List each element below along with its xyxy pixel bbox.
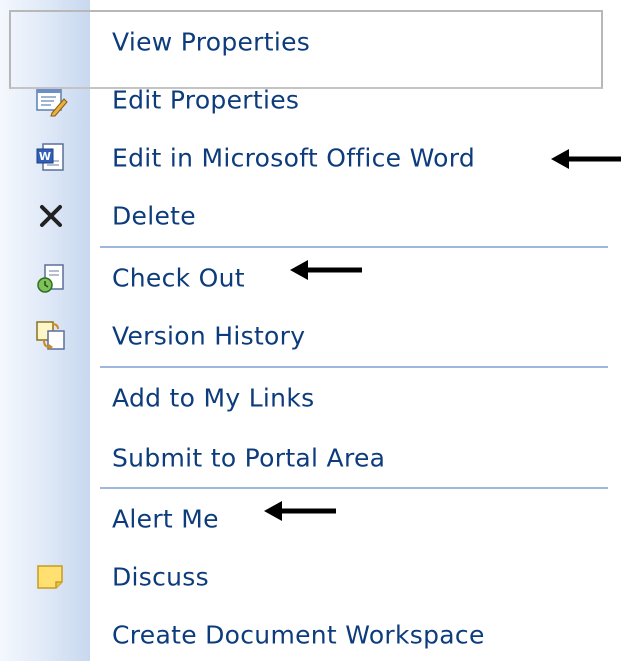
menu-item-add-to-my-links[interactable]: Add to My Links bbox=[0, 369, 608, 427]
menu-item-label: Submit to Portal Area bbox=[112, 443, 386, 473]
menu-item-version-history[interactable]: Version History bbox=[0, 307, 608, 365]
left-arrow-icon bbox=[551, 149, 621, 169]
delete-x-icon bbox=[34, 199, 68, 233]
version-history-icon bbox=[34, 319, 68, 353]
menu-item-label: Alert Me bbox=[112, 504, 219, 534]
menu-item-edit-in-word[interactable]: W Edit in Microsoft Office Word bbox=[0, 129, 608, 187]
left-arrow-icon bbox=[290, 260, 362, 280]
menu-item-submit-to-portal-area[interactable]: Submit to Portal Area bbox=[0, 429, 608, 487]
left-arrow-icon bbox=[264, 501, 336, 521]
highlight-frame bbox=[9, 10, 603, 89]
context-menu: View Properties Edit Properties W Edit i… bbox=[0, 0, 608, 661]
menu-item-create-document-workspace[interactable]: Create Document Workspace bbox=[0, 606, 608, 664]
menu-separator bbox=[100, 366, 608, 368]
check-out-icon bbox=[34, 261, 68, 295]
menu-item-label: Edit in Microsoft Office Word bbox=[112, 143, 476, 173]
menu-item-label: Discuss bbox=[112, 562, 209, 592]
menu-separator bbox=[100, 487, 608, 489]
menu-item-label: Create Document Workspace bbox=[112, 620, 485, 650]
menu-item-label: Add to My Links bbox=[112, 383, 315, 413]
menu-item-label: Check Out bbox=[112, 263, 245, 293]
discuss-note-icon bbox=[34, 560, 68, 594]
word-document-icon: W bbox=[34, 141, 68, 175]
menu-item-label: Delete bbox=[112, 201, 196, 231]
menu-item-discuss[interactable]: Discuss bbox=[0, 548, 608, 606]
svg-text:W: W bbox=[39, 150, 51, 163]
menu-separator bbox=[100, 246, 608, 248]
menu-item-label: Edit Properties bbox=[112, 85, 300, 115]
menu-item-label: Version History bbox=[112, 321, 306, 351]
menu-item-delete[interactable]: Delete bbox=[0, 187, 608, 245]
